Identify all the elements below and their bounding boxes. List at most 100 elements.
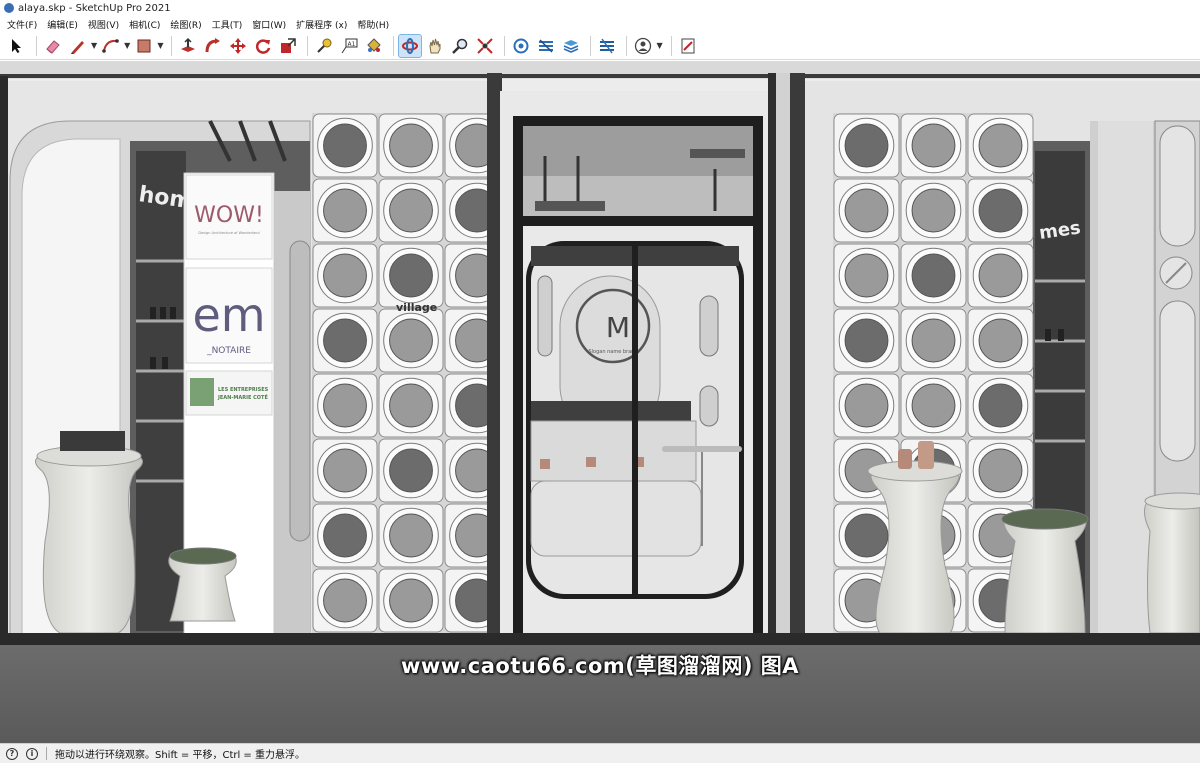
select-icon[interactable] [6, 35, 28, 57]
watermark-text: www.caotu66.com(草图溜溜网) 图A [400, 654, 800, 678]
toolbar-separator [307, 35, 309, 56]
toolbar-separator [670, 35, 672, 56]
brand-logo: M [606, 311, 630, 344]
paint-bucket-icon[interactable] [363, 35, 385, 57]
info-icon[interactable]: i [26, 747, 38, 760]
menu-tools[interactable]: 工具(T) [207, 18, 248, 31]
toolbar-separator [504, 35, 506, 56]
left-wall-opening [323, 123, 367, 168]
eraser-icon[interactable] [42, 35, 64, 57]
glass-door-entrance: M Slogan name brand [487, 73, 805, 646]
right-wall-opening [911, 318, 956, 363]
door-frame-left [513, 116, 523, 646]
storefront-base-frame [0, 633, 1200, 645]
chevron-down-icon[interactable]: ▼ [124, 41, 130, 50]
menu-window[interactable]: 窗口(W) [247, 18, 291, 31]
pan-icon[interactable] [424, 35, 446, 57]
layout-icon[interactable] [560, 35, 582, 57]
extension-manager-icon[interactable] [596, 35, 618, 57]
toolbar-separator [171, 35, 173, 56]
chevron-down-icon[interactable]: ▼ [656, 41, 662, 50]
chevron-down-icon[interactable]: ▼ [157, 41, 163, 50]
menu-draw[interactable]: 绘图(R) [165, 18, 206, 31]
rotate-icon[interactable] [252, 35, 274, 57]
geo-location-icon[interactable]: ? [6, 747, 18, 760]
left-frame-post [0, 76, 8, 646]
right-wall-opening [978, 448, 1023, 493]
toolbar-separator [36, 35, 37, 56]
right-wall-opening [911, 253, 956, 298]
account-icon[interactable] [632, 35, 654, 57]
left-wall-opening [323, 383, 367, 428]
push-pull-icon[interactable] [177, 35, 199, 57]
left-small-stool [168, 555, 237, 622]
window-title: alaya.skp - SketchUp Pro 2021 [18, 2, 171, 14]
title-bar: alaya.skp - SketchUp Pro 2021 [0, 0, 1200, 16]
menu-edit[interactable]: 编辑(E) [42, 18, 83, 31]
left-wall-opening [389, 578, 433, 623]
svg-text:A1: A1 [348, 41, 356, 48]
menu-view[interactable]: 视图(V) [83, 18, 124, 31]
sign-village: village [396, 301, 437, 314]
follow-me-icon[interactable] [202, 35, 224, 57]
tape-measure-icon[interactable] [313, 35, 335, 57]
text-icon[interactable]: A1 [338, 35, 360, 57]
report-icon[interactable] [677, 35, 699, 57]
scale-icon[interactable] [277, 35, 299, 57]
modeling-viewport[interactable]: hom WOW! Design Architecture of Wonderla… [0, 61, 1200, 743]
pencil-line-icon[interactable] [67, 35, 89, 57]
ceiling-beam [0, 74, 1200, 78]
right-wall-opening [844, 383, 889, 428]
chevron-down-icon[interactable]: ▼ [91, 41, 97, 50]
right-wall-opening [844, 123, 889, 168]
transom-bar [513, 216, 763, 226]
sketchup-window: alaya.skp - SketchUp Pro 2021 文件(F) 编辑(E… [0, 0, 1200, 763]
storefront-3d-scene[interactable]: hom WOW! Design Architecture of Wonderla… [0, 61, 1200, 743]
main-toolbar: ▼ ▼ ▼ A1 ▼ [0, 32, 1200, 60]
right-mullion [790, 73, 805, 643]
right-wall-opening [978, 188, 1023, 233]
left-wall-opening [389, 253, 433, 298]
toolbar-separator [393, 35, 395, 56]
move-icon[interactable] [227, 35, 249, 57]
sign-wow-subtitle: Design Architecture of Wonderland [198, 231, 259, 235]
zoom-icon[interactable] [449, 35, 471, 57]
arc-icon[interactable] [100, 35, 122, 57]
right-door-leaf-frame [768, 73, 776, 643]
sketchup-app-icon [4, 3, 14, 13]
status-message: 拖动以进行环绕观察。Shift = 平移，Ctrl = 重力悬浮。 [55, 750, 305, 761]
extension-warehouse-icon[interactable] [535, 35, 557, 57]
right-wall-opening [911, 123, 956, 168]
status-divider [46, 747, 47, 760]
left-wall-opening [323, 578, 367, 623]
left-wall-opening [389, 188, 433, 233]
menu-file[interactable]: 文件(F) [2, 18, 42, 31]
right-wall-opening [844, 188, 889, 233]
left-wall-opening [323, 188, 367, 233]
right-wall-opening [911, 383, 956, 428]
orbit-icon[interactable] [398, 33, 423, 58]
left-wall-opening [389, 513, 433, 558]
right-wall-opening [844, 513, 889, 558]
menu-extensions[interactable]: 扩展程序 (x) [291, 18, 352, 31]
zoom-extents-icon[interactable] [474, 35, 496, 57]
menu-camera[interactable]: 相机(C) [124, 18, 165, 31]
menu-bar: 文件(F) 编辑(E) 视图(V) 相机(C) 绘图(R) 工具(T) 窗口(W… [0, 16, 1200, 32]
right-wall-opening [978, 123, 1023, 168]
right-small-stool [1003, 515, 1087, 634]
left-wall-opening [389, 318, 433, 363]
sign-entreprises-line1: LES ENTREPRISES [218, 387, 269, 393]
toolbar-separator [590, 35, 592, 56]
sign-notaire: _NOTAIRE [206, 346, 251, 356]
sign-entreprises-line2: JEAN-MARIE COTÉ [217, 393, 268, 401]
door-frame-right [753, 116, 763, 646]
left-wall-opening [323, 448, 367, 493]
left-tall-stool [35, 455, 143, 634]
warehouse-icon[interactable] [510, 35, 532, 57]
door-split-line [632, 246, 638, 596]
left-wall-opening [389, 383, 433, 428]
menu-help[interactable]: 帮助(H) [352, 18, 394, 31]
rectangle-icon[interactable] [133, 35, 155, 57]
left-wall-opening [389, 448, 433, 493]
status-bar: ? i 拖动以进行环绕观察。Shift = 平移，Ctrl = 重力悬浮。 [0, 743, 1200, 763]
